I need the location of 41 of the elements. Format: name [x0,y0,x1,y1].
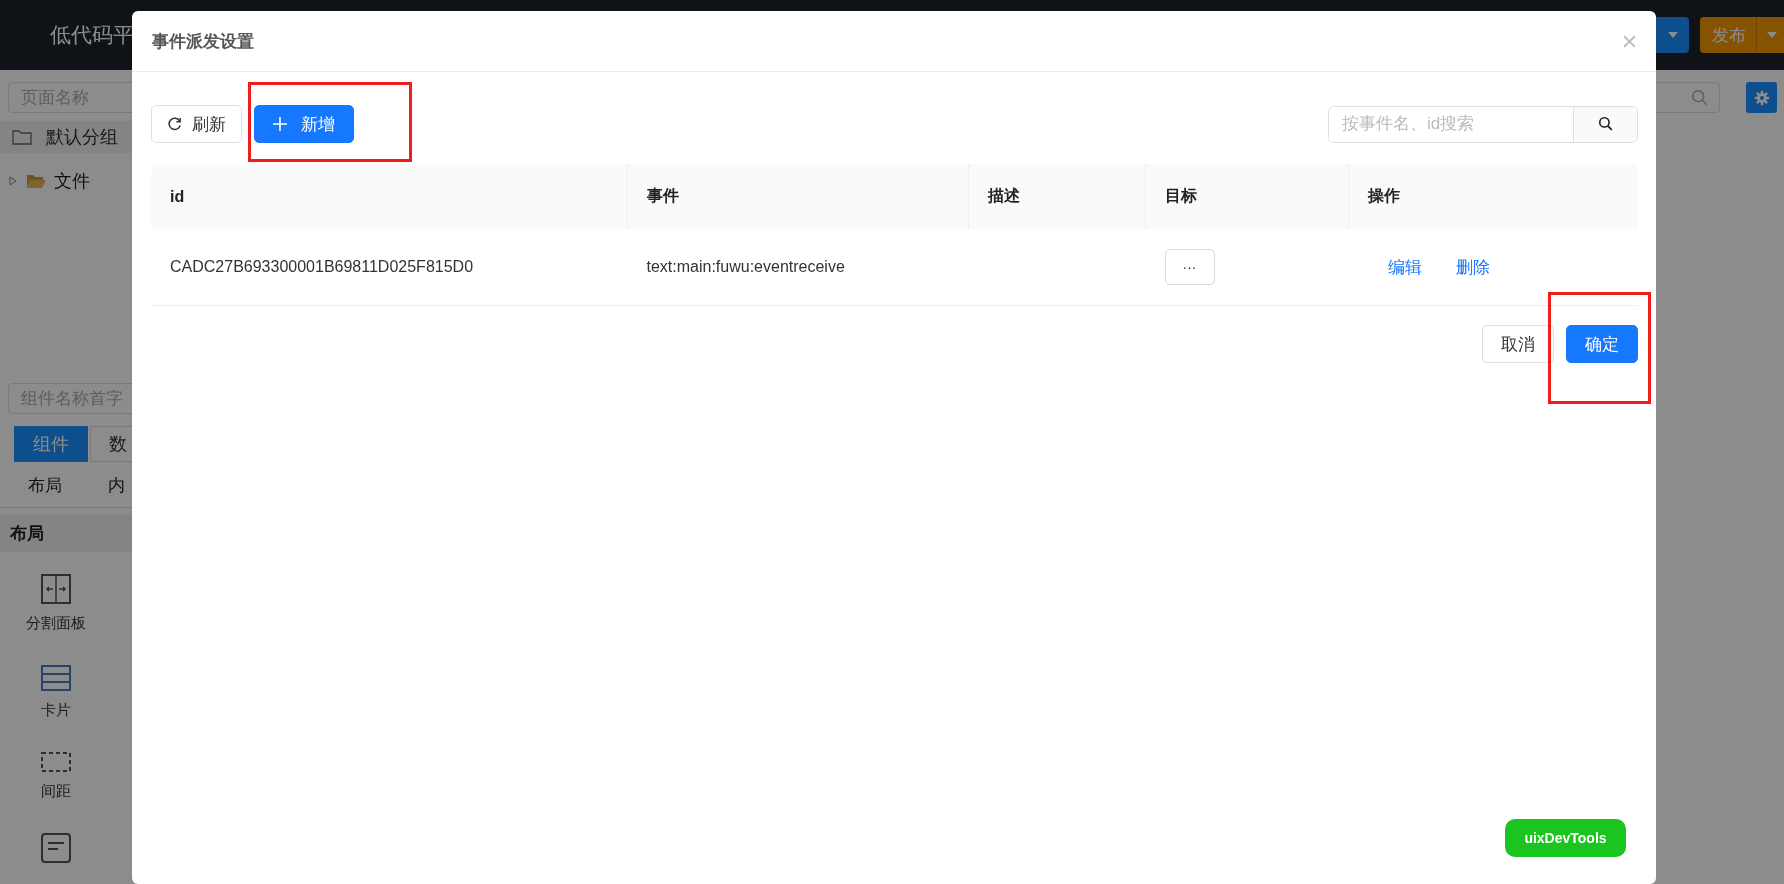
column-header: 事件 [627,164,969,229]
close-icon[interactable] [1623,34,1636,48]
edit-link[interactable]: 编辑 [1387,255,1422,279]
folder-icon [26,173,46,189]
tree-item[interactable]: 文件 [54,169,90,193]
component-label[interactable]: 分割面板 [26,614,86,633]
add-button[interactable]: 新增 [254,105,354,143]
search-button[interactable] [1573,106,1637,142]
caret-icon [1767,32,1777,38]
category-tab[interactable]: 内 [108,474,125,497]
column-header: 描述 [968,164,1146,229]
split-panel-icon [41,574,71,604]
form-icon [41,833,71,863]
table-cell: CADC27B693300001B69811D025F815D0 [170,258,474,275]
settings-button[interactable] [1746,82,1777,113]
column-header: 操作 [1348,164,1638,229]
caret-right-icon[interactable] [8,176,18,186]
caret-icon [1667,32,1678,38]
card-icon [41,665,71,691]
dropdown-button[interactable] [1656,17,1689,53]
app-title: 低代码平 [50,22,134,48]
more-button[interactable]: ··· [1164,249,1215,285]
plus-icon [273,117,287,131]
search-icon [1597,116,1614,132]
component-label[interactable]: 卡片 [41,701,71,720]
column-header: 目标 [1145,164,1349,229]
spacer-icon [41,752,71,772]
group-label: 默认分组 [46,126,118,149]
refresh-button[interactable]: 刷新 [151,105,242,143]
table-cell: text:main:fuwu:eventreceive [646,258,845,275]
folder-icon [12,129,32,145]
search-field[interactable]: 按事件名、id搜索 [1328,105,1638,143]
settings-icon [1753,89,1770,106]
refresh-icon [167,116,182,132]
column-header: id [151,164,628,229]
confirm-button[interactable]: 确定 [1566,325,1638,363]
component-label[interactable]: 间距 [41,782,71,801]
category-tab[interactable]: 布局 [28,474,62,497]
search-icon [1691,88,1709,107]
dialog-title: 事件派发设置 [152,30,254,53]
delete-link[interactable]: 删除 [1455,255,1490,279]
